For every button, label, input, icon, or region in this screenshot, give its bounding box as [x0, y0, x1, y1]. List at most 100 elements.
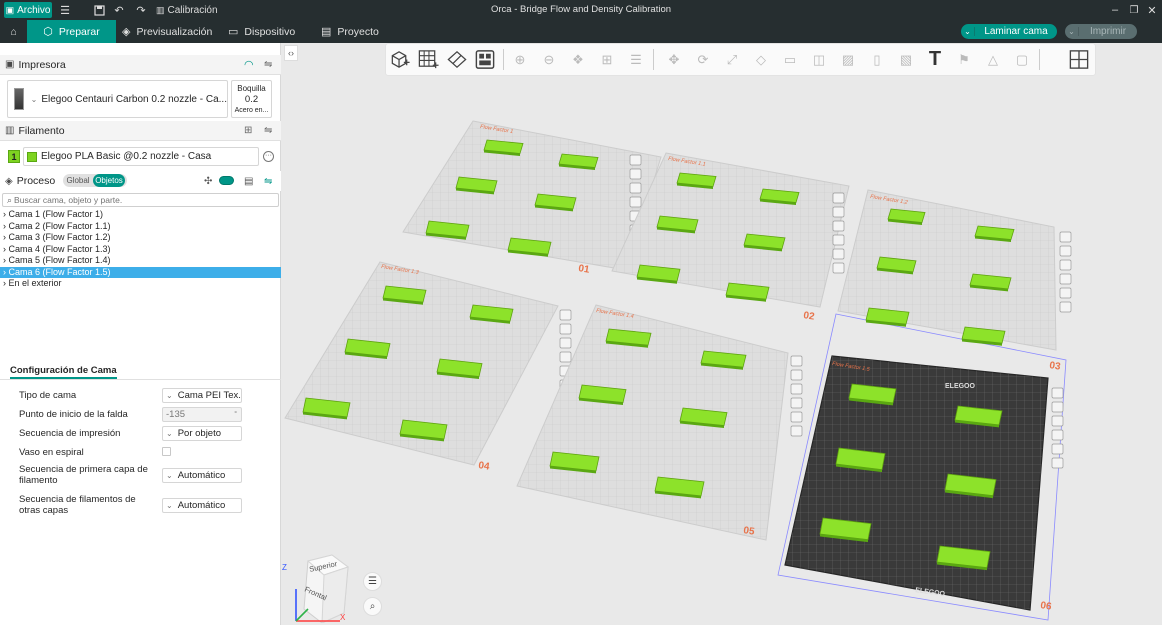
tree-item-cama-2[interactable]: › Cama 2 (Flow Factor 1.1) — [0, 221, 281, 233]
tree-expand-icon[interactable]: › — [3, 244, 6, 254]
menu-icon[interactable]: ☰ — [58, 2, 72, 18]
view-menu-button[interactable]: ☰ — [363, 572, 382, 591]
object-tree: › Cama 1 (Flow Factor 1) › Cama 2 (Flow … — [0, 209, 281, 379]
plate-1-tool-icon[interactable] — [629, 182, 642, 194]
calibration-icon: ▥ — [156, 4, 165, 15]
plate-5-tool-icon[interactable] — [790, 411, 803, 423]
filament-select[interactable]: Elegoo PLA Basic @0.2 nozzle - Casa — [23, 147, 259, 166]
laminar-cama-button[interactable]: ⌄ Laminar cama — [961, 24, 1057, 39]
tab-preparar[interactable]: ⬡ Preparar — [27, 20, 116, 43]
plate-6-tool-icon[interactable] — [1051, 415, 1064, 427]
plate-6-tool-icon[interactable] — [1051, 429, 1064, 441]
calibration-menu[interactable]: ▥ Calibración — [156, 2, 218, 18]
plate-4-tool-icon[interactable] — [559, 323, 572, 335]
plate-5-tool-icon[interactable] — [790, 369, 803, 381]
tree-item-cama-3[interactable]: › Cama 3 (Flow Factor 1.2) — [0, 232, 281, 244]
tipo-cama-select[interactable]: ⌄ Cama PEI Tex... — [162, 388, 242, 403]
plate-6-tool-icon[interactable] — [1051, 387, 1064, 399]
plate-3-number: 03 — [1049, 360, 1062, 373]
plate-2-tool-icon[interactable] — [832, 262, 845, 274]
plate-2-tool-icon[interactable] — [832, 220, 845, 232]
filament-add-icon[interactable]: ⊞ — [244, 125, 252, 136]
tab-dispositivo[interactable]: ▭ Dispositivo — [228, 20, 298, 43]
plate-1-tool-icon[interactable] — [629, 168, 642, 180]
punto-inicio-input[interactable]: -135 ° — [162, 407, 242, 422]
plates-scene[interactable]: Flow Factor 101Flow Factor 1.102Flow Fac… — [282, 43, 1162, 625]
plate-5-tool-icon[interactable] — [790, 397, 803, 409]
plate-5-tool-icon[interactable] — [790, 383, 803, 395]
tree-item-exterior[interactable]: › En el exterior — [0, 278, 281, 290]
tab-proyecto[interactable]: ▤ Proyecto — [321, 20, 381, 43]
view-cube[interactable]: Superior Frontal Z X — [282, 553, 354, 623]
punto-inicio-label: Punto de inicio de la falda — [19, 409, 128, 420]
tree-expand-icon[interactable]: › — [3, 278, 6, 288]
plate-4-tool-icon[interactable] — [559, 351, 572, 363]
plate-2-tool-icon[interactable] — [832, 206, 845, 218]
plate-2-tool-icon[interactable] — [832, 192, 845, 204]
plate-6-tool-icon[interactable] — [1051, 457, 1064, 469]
printer-select[interactable]: ⌄ Elegoo Centauri Carbon 0.2 nozzle - Ca… — [7, 80, 228, 118]
tree-item-cama-1[interactable]: › Cama 1 (Flow Factor 1) — [0, 209, 281, 221]
plate-3-tool-icon[interactable] — [1059, 259, 1072, 271]
tab-previsualizacion[interactable]: ◈ Previsualización — [122, 20, 218, 43]
plate-2-tool-icon[interactable] — [832, 248, 845, 260]
plate-6-tool-icon[interactable] — [1051, 401, 1064, 413]
imprimir-button[interactable]: ⌄ Imprimir — [1065, 24, 1137, 39]
tab-dispositivo-label: Dispositivo — [244, 25, 296, 38]
plate-3-tool-icon[interactable] — [1059, 231, 1072, 243]
plate-5-tool-icon[interactable] — [790, 355, 803, 367]
plate-4-tool-icon[interactable] — [559, 309, 572, 321]
close-icon[interactable]: ✕ — [1145, 2, 1159, 18]
tune-icon[interactable]: ✣ — [204, 176, 212, 187]
toggle-objects[interactable]: Objetos — [93, 174, 125, 187]
axis-x-label: X — [340, 613, 346, 622]
plate-1-tool-icon[interactable] — [629, 154, 642, 166]
stepper-icon[interactable]: ° — [234, 411, 237, 418]
tree-expand-icon[interactable]: › — [3, 221, 6, 231]
plate-6-tool-icon[interactable] — [1051, 443, 1064, 455]
secuencia-otras-select[interactable]: ⌄ Automático — [162, 498, 242, 513]
plate-3-tool-icon[interactable] — [1059, 245, 1072, 257]
save-icon[interactable] — [92, 2, 106, 18]
redo-icon[interactable]: ↷ — [134, 2, 148, 18]
secuencia-impresion-select[interactable]: ⌄ Por objeto — [162, 426, 242, 441]
tree-expand-icon[interactable]: › — [3, 232, 6, 242]
restore-icon[interactable]: ❐ — [1127, 2, 1141, 18]
search-input[interactable] — [14, 195, 265, 205]
vaso-espiral-checkbox[interactable] — [162, 447, 171, 456]
plate-4-tool-icon[interactable] — [559, 337, 572, 349]
process-list-icon[interactable]: ▤ — [244, 176, 253, 187]
tree-item-cama-6[interactable]: › Cama 6 (Flow Factor 1.5) — [0, 266, 281, 278]
global-objects-toggle[interactable]: Global Objetos — [63, 174, 127, 187]
chevron-down-icon: ⌄ — [166, 471, 173, 480]
undo-icon[interactable]: ↶ — [112, 2, 126, 18]
process-settings-icon[interactable]: ⇋ — [264, 176, 272, 187]
plate-2-tool-icon[interactable] — [832, 234, 845, 246]
secuencia-primera-select[interactable]: ⌄ Automático — [162, 468, 242, 483]
filament-settings-icon[interactable]: ⇋ — [264, 125, 272, 136]
minimize-icon[interactable]: – — [1108, 2, 1122, 18]
wifi-icon[interactable]: ◠ — [244, 58, 254, 71]
plate-1-tool-icon[interactable] — [629, 196, 642, 208]
advanced-switch[interactable] — [219, 176, 234, 185]
tree-expand-icon[interactable]: › — [3, 267, 6, 277]
plate-3-tool-icon[interactable] — [1059, 301, 1072, 313]
filament-more-icon[interactable]: ··· — [263, 151, 274, 162]
archivo-menu-button[interactable]: ▣ Archivo — [4, 2, 52, 18]
plate-3-tool-icon[interactable] — [1059, 287, 1072, 299]
tree-expand-icon[interactable]: › — [3, 255, 6, 265]
tree-expand-icon[interactable]: › — [3, 209, 6, 219]
plate-3-tool-icon[interactable] — [1059, 273, 1072, 285]
tree-item-cama-5[interactable]: › Cama 5 (Flow Factor 1.4) — [0, 255, 281, 267]
printer-section-header: ▣ Impresora ◠ ⇋ — [0, 55, 281, 75]
home-tab[interactable]: ⌂ — [0, 20, 27, 43]
printer-settings-icon[interactable]: ⇋ — [264, 59, 272, 70]
toggle-global[interactable]: Global — [63, 176, 93, 185]
zoom-search-button[interactable]: ⌕ — [363, 597, 382, 616]
nozzle-select[interactable]: Boquilla 0.2 Acero en... — [231, 80, 272, 118]
tree-item-cama-4[interactable]: › Cama 4 (Flow Factor 1.3) — [0, 244, 281, 256]
object-search[interactable]: ⌕ — [2, 193, 279, 207]
3d-viewport[interactable]: ‹› ⊕ ⊖ ❖ ⊞ ☰ ✥ ⟳ ⤢ ◇ ▭ ◫ ▨ ▯ ▧ T ⚑ △ ▢ F… — [282, 43, 1162, 625]
plate-5-tool-icon[interactable] — [790, 425, 803, 437]
nozzle-material: Acero en... — [234, 106, 269, 114]
